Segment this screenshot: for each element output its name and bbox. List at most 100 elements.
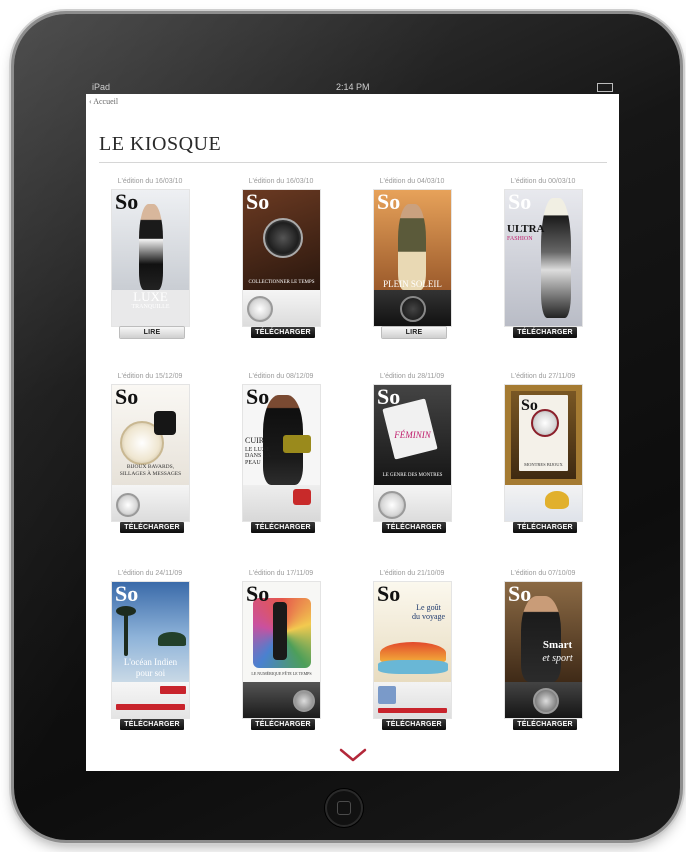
cover-subheadline: et sport	[542, 653, 573, 664]
watch-illustration	[533, 688, 559, 714]
issue-cover[interactable]: So LUXE TRANQUILLE	[112, 190, 189, 326]
cover-headline: ULTRA	[507, 223, 545, 235]
cover-advert	[505, 485, 582, 521]
issue-card: L'édition du 15/12/09 So BIJOUX BAVARDS,…	[95, 372, 205, 533]
cover-subheadline: pour soi	[135, 668, 166, 678]
issue-card: L'édition du 27/11/09 So MONTRES BIJOUX …	[488, 372, 598, 533]
home-button[interactable]	[325, 789, 363, 827]
cover-logo: So	[377, 385, 401, 409]
download-button[interactable]: TÉLÉCHARGER	[120, 522, 184, 533]
issue-card: L'édition du 04/03/10 So PLEIN SOLEIL LI…	[357, 177, 467, 338]
issue-cover[interactable]: So L'océan Indien pour soi	[112, 582, 189, 718]
issue-card: L'édition du 28/11/09 So FÉMININ LE GENR…	[357, 372, 467, 533]
cover-subheadline: FASHION	[507, 236, 533, 242]
issue-date: L'édition du 16/03/10	[117, 178, 183, 185]
cover-headline: PLEIN SOLEIL	[383, 279, 442, 289]
issue-cover[interactable]: So BIJOUX BAVARDS, SILLAGES À MESSAGES	[112, 385, 189, 521]
watch-illustration	[247, 296, 273, 322]
cover-advert	[112, 682, 189, 718]
cover-logo: So	[115, 190, 139, 214]
cover-advert	[374, 485, 451, 521]
issue-cover[interactable]: So FÉMININ LE GENRE DES MONTRES	[374, 385, 451, 521]
cover-subheadline: du voyage	[411, 612, 446, 621]
cover-logo: So	[508, 190, 532, 214]
cover-advert	[243, 682, 320, 718]
cover-logo: So	[115, 385, 139, 409]
download-button[interactable]: TÉLÉCHARGER	[251, 522, 315, 533]
app-screen: ‹ Accueil LE KIOSQUE L'édition du 16/03/…	[86, 94, 619, 771]
cover-advert	[374, 290, 451, 326]
issue-date: L'édition du 07/10/09	[510, 570, 576, 577]
cover-logo: So	[377, 190, 401, 214]
download-button[interactable]: TÉLÉCHARGER	[251, 719, 315, 730]
issues-grid: L'édition du 16/03/10 So LUXE TRANQUILLE…	[86, 94, 619, 771]
issue-card: L'édition du 16/03/10 So COLLECTIONNER L…	[226, 177, 336, 338]
issue-card: L'édition du 21/10/09 So Le goût du voya…	[357, 569, 467, 730]
cover-headline: BIJOUX BAVARDS,	[126, 464, 175, 470]
cover-logo: So	[246, 190, 270, 214]
issue-date: L'édition du 27/11/09	[510, 373, 576, 380]
status-carrier: iPad	[92, 82, 111, 92]
download-button[interactable]: TÉLÉCHARGER	[513, 522, 577, 533]
issue-date: L'édition du 21/10/09	[379, 570, 445, 577]
battery-icon	[597, 83, 613, 92]
issue-cover[interactable]: So CUIR LE LUXE DANS LA PEAU	[243, 385, 320, 521]
cover-subheadline: LE GENRE DES MONTRES	[382, 473, 443, 478]
watch-illustration	[293, 690, 315, 712]
download-button[interactable]: TÉLÉCHARGER	[251, 327, 315, 338]
cover-subheadline: SILLAGES À MESSAGES	[119, 471, 182, 477]
cover-logo: So	[377, 582, 401, 606]
status-time: 2:14 PM	[336, 82, 370, 92]
cover-headline: L'océan Indien	[123, 657, 178, 667]
cover-advert	[112, 485, 189, 521]
issue-date: L'édition du 04/03/10	[379, 178, 445, 185]
issue-cover[interactable]: So COLLECTIONNER LE TEMPS	[243, 190, 320, 326]
watch-illustration	[116, 493, 140, 517]
issue-date: L'édition du 08/12/09	[248, 373, 314, 380]
issue-date: L'édition du 17/11/09	[248, 570, 314, 577]
chevron-down-icon[interactable]	[338, 746, 368, 764]
read-button[interactable]: LIRE	[382, 327, 446, 338]
issue-cover[interactable]: So PLEIN SOLEIL	[374, 190, 451, 326]
cover-logo: So	[521, 397, 538, 414]
issue-card: L'édition du 00/03/10 So ULTRA FASHION T…	[488, 177, 598, 338]
download-button[interactable]: TÉLÉCHARGER	[120, 719, 184, 730]
cover-headline: COLLECTIONNER LE TEMPS	[248, 280, 315, 285]
cover-advert	[243, 485, 320, 521]
cover-headline: LE NUMÉRIQUE FÊTE LE TEMPS	[251, 671, 312, 676]
issue-cover[interactable]: So LE NUMÉRIQUE FÊTE LE TEMPS	[243, 582, 320, 718]
cover-logo: So	[115, 582, 139, 606]
download-button[interactable]: TÉLÉCHARGER	[513, 719, 577, 730]
cover-headline: FÉMININ	[394, 430, 431, 440]
issue-card: L'édition du 16/03/10 So LUXE TRANQUILLE…	[95, 177, 205, 338]
read-button[interactable]: LIRE	[120, 327, 184, 338]
issue-card: L'édition du 08/12/09 So CUIR LE LUXE DA…	[226, 372, 336, 533]
cover-headline: MONTRES BIJOUX	[524, 462, 563, 467]
download-button[interactable]: TÉLÉCHARGER	[382, 719, 446, 730]
status-bar: iPad 2:14 PM	[86, 82, 619, 94]
issue-date: L'édition du 16/03/10	[248, 178, 314, 185]
download-button[interactable]: TÉLÉCHARGER	[382, 522, 446, 533]
cover-advert	[374, 682, 451, 718]
issue-date: L'édition du 15/12/09	[117, 373, 183, 380]
issue-cover[interactable]: So Smart et sport	[505, 582, 582, 718]
issue-cover[interactable]: So MONTRES BIJOUX	[505, 385, 582, 521]
cover-headline: CUIR	[245, 436, 265, 445]
cover-headline: LUXE	[133, 289, 168, 304]
cover-logo: So	[246, 582, 270, 606]
download-button[interactable]: TÉLÉCHARGER	[513, 327, 577, 338]
issue-cover[interactable]: So Le goût du voyage	[374, 582, 451, 718]
cover-logo: So	[508, 582, 532, 606]
cover-subheadline: TRANQUILLE	[131, 304, 170, 310]
cover-logo: So	[246, 385, 270, 409]
issue-card: L'édition du 17/11/09 So LE NUMÉRIQUE FÊ…	[226, 569, 336, 730]
issue-cover[interactable]: So ULTRA FASHION	[505, 190, 582, 326]
issue-card: L'édition du 07/10/09 So Smart et sport …	[488, 569, 598, 730]
watch-illustration	[400, 296, 426, 322]
cover-headline: Smart	[542, 639, 573, 651]
cover-advert	[243, 290, 320, 326]
home-icon	[337, 801, 351, 815]
watch-illustration	[378, 491, 406, 519]
issue-date: L'édition du 00/03/10	[510, 178, 576, 185]
issue-card: L'édition du 24/11/09 So L'océan Indien …	[95, 569, 205, 730]
